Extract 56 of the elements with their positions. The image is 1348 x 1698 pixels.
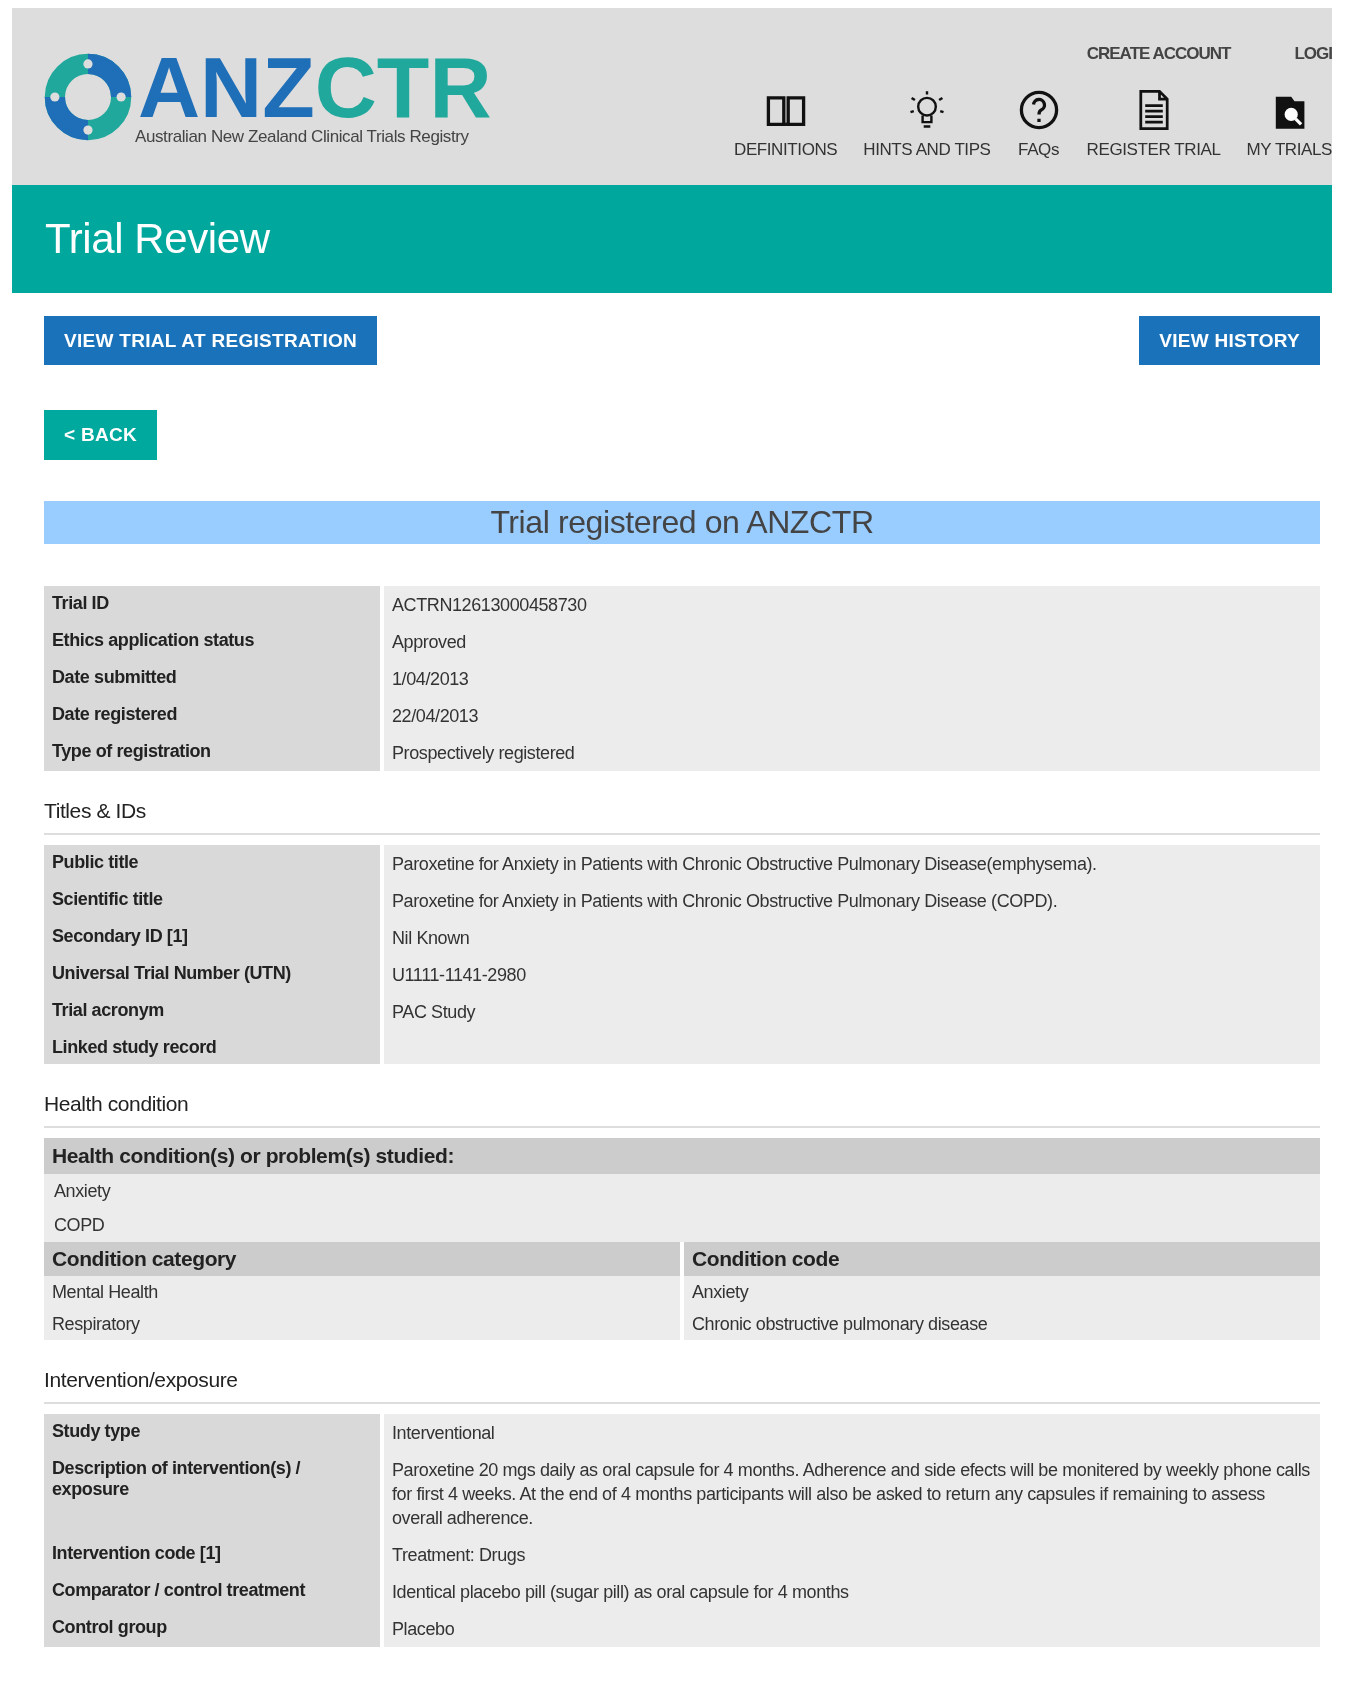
header-link[interactable]: LOGI <box>1294 44 1332 64</box>
page-title: Trial Review <box>45 215 270 263</box>
nav-link[interactable]: FAQs <box>1016 88 1061 160</box>
field-value: Interventional <box>392 1423 495 1443</box>
section-heading: Health condition <box>44 1092 1320 1128</box>
field-label: Description of intervention(s) / exposure <box>44 1451 380 1536</box>
field-value: PAC Study <box>392 1002 476 1022</box>
table-cell: Anxiety <box>54 1181 111 1201</box>
field-label: Study type <box>44 1414 380 1451</box>
field-label: Scientific title <box>44 882 380 919</box>
field-value: U1111-1141-2980 <box>392 965 526 985</box>
logo-wordmark[interactable]: ANZCTR <box>138 46 492 127</box>
field-label: Universal Trial Number (UTN) <box>44 956 380 993</box>
table-cell: COPD <box>54 1215 105 1235</box>
column-header: Condition code <box>684 1242 1320 1276</box>
field-label: Comparator / control treatment <box>44 1573 380 1610</box>
table-header: Health condition(s) or problem(s) studied: <box>44 1138 1320 1174</box>
status-banner: Trial registered on ANZCTR <box>44 501 1320 544</box>
view-history-button[interactable]: VIEW HISTORY <box>1139 316 1320 365</box>
nav-link[interactable]: REGISTER TRIAL <box>1086 88 1221 160</box>
field-label: Linked study record <box>44 1030 380 1064</box>
field-value: 1/04/2013 <box>392 669 469 689</box>
field-label: Ethics application status <box>44 623 380 660</box>
field-label: Trial acronym <box>44 993 380 1030</box>
nav-link[interactable]: DEFINITIONS <box>734 88 838 160</box>
field-value: ACTRN12613000458730 <box>392 595 587 615</box>
field-label: Secondary ID [1] <box>44 919 380 956</box>
field-value: Approved <box>392 632 466 652</box>
view-registration-button[interactable]: VIEW TRIAL AT REGISTRATION <box>44 316 378 365</box>
field-label: Trial ID <box>44 586 380 623</box>
table-cell: Anxiety <box>692 1282 749 1302</box>
field-label: Control group <box>44 1610 380 1647</box>
field-value: Paroxetine 20 mgs daily as oral capsule for 4 months. Adherence and side efects will be monitered by weekly phone calls for first 4 weeks. At the end of 4 months participants will also be asked to return any capsules if remaining to assess overall adherence. <box>392 1460 1310 1528</box>
field-value: 22/04/2013 <box>392 706 479 726</box>
section-heading: Titles & IDs <box>44 799 1320 835</box>
field-value: Prospectively registered <box>392 743 575 763</box>
header-link[interactable]: CREATE ACCOUNT <box>1086 44 1231 64</box>
field-label: Date registered <box>44 697 380 734</box>
field-value: Paroxetine for Anxiety in Patients with Chronic Obstructive Pulmonary Disease(emphysema). <box>392 854 1097 874</box>
table-cell: Respiratory <box>52 1314 140 1334</box>
nav-link[interactable]: HINTS AND TIPS <box>863 88 991 160</box>
field-label: Public title <box>44 845 380 882</box>
nav-link[interactable]: MY TRIALS <box>1246 88 1332 160</box>
field-value: Nil Known <box>392 928 470 948</box>
field-label: Intervention code [1] <box>44 1536 380 1573</box>
column-header: Condition category <box>44 1242 680 1276</box>
field-value: Identical placebo pill (sugar pill) as oral capsule for 4 months <box>392 1582 849 1602</box>
field-label: Type of registration <box>44 734 380 771</box>
logo-subtitle: Australian New Zealand Clinical Trials Registry <box>135 126 470 147</box>
table-cell: Mental Health <box>52 1282 158 1302</box>
field-value: Placebo <box>392 1619 455 1639</box>
table-cell: Chronic obstructive pulmonary disease <box>692 1314 988 1334</box>
field-value: Treatment: Drugs <box>392 1545 525 1565</box>
field-label: Date submitted <box>44 660 380 697</box>
section-heading: Intervention/exposure <box>44 1368 1320 1404</box>
field-value: Paroxetine for Anxiety in Patients with Chronic Obstructive Pulmonary Disease (COPD). <box>392 891 1058 911</box>
